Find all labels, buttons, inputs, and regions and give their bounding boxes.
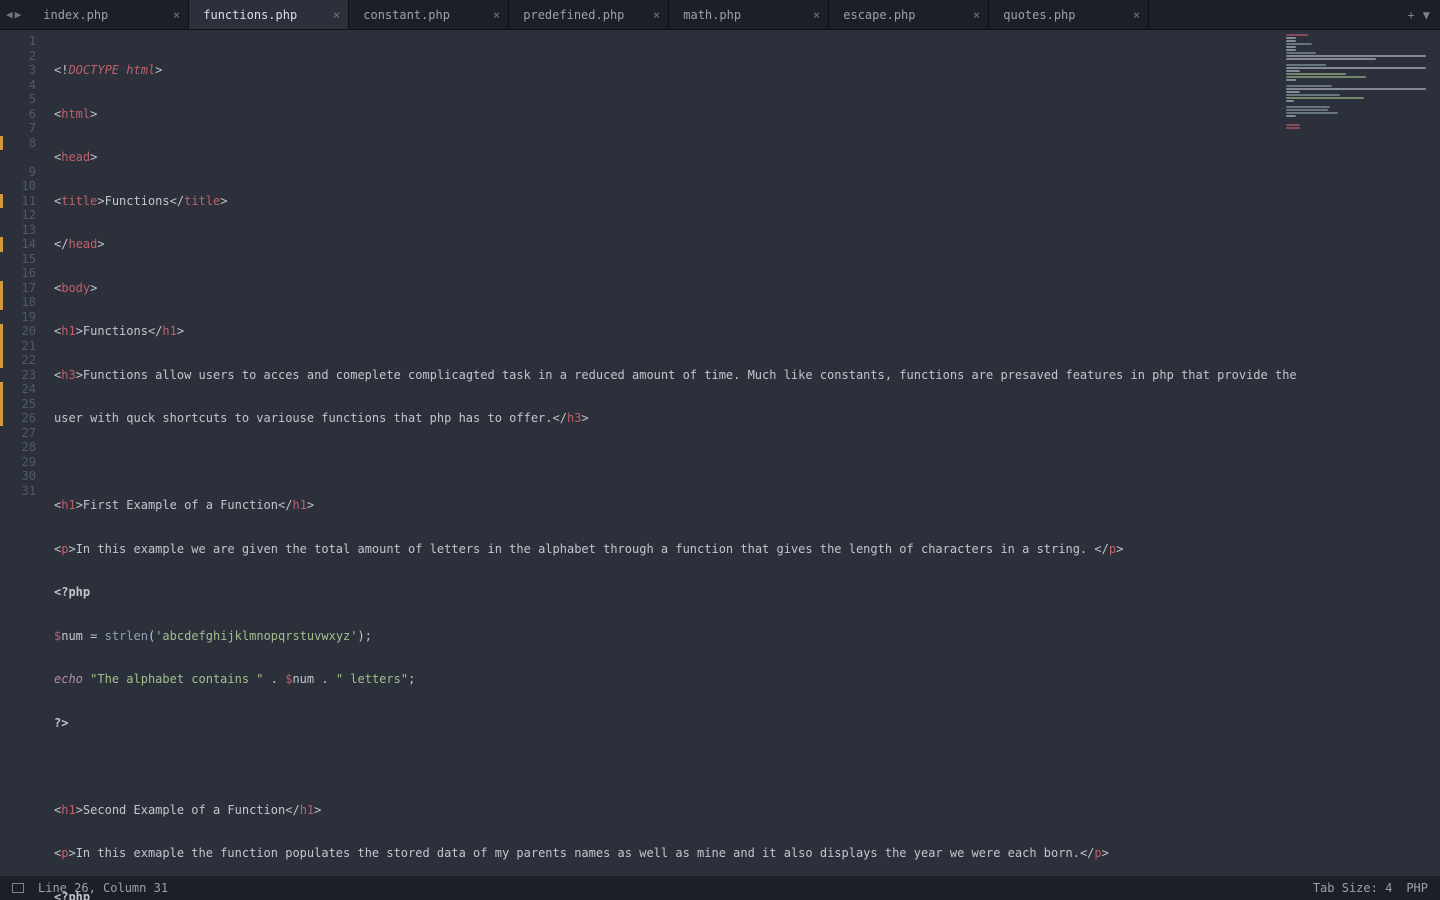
line-number: 27 [0, 426, 44, 441]
line-number: 11 [0, 194, 44, 209]
line-number: 30 [0, 469, 44, 484]
line-number: 1 [0, 34, 44, 49]
code-area[interactable]: <!DOCTYPE html> <html> <head> <title>Fun… [44, 30, 1440, 876]
line-number: 4 [0, 78, 44, 93]
tab-functions-php[interactable]: functions.php × [189, 0, 349, 29]
line-number: 8 [0, 136, 44, 151]
tab-math-php[interactable]: math.php × [669, 0, 829, 29]
panel-toggle-icon[interactable] [12, 883, 24, 893]
tab-constant-php[interactable]: constant.php × [349, 0, 509, 29]
line-number: 28 [0, 440, 44, 455]
line-number [0, 150, 44, 165]
tab-label: functions.php [203, 8, 297, 22]
line-number: 15 [0, 252, 44, 267]
line-number: 31 [0, 484, 44, 499]
nav-forward-icon[interactable]: ▶ [15, 9, 22, 20]
line-number: 23 [0, 368, 44, 383]
line-number: 17 [0, 281, 44, 296]
close-icon[interactable]: × [973, 8, 980, 22]
tab-label: escape.php [843, 8, 915, 22]
line-number: 12 [0, 208, 44, 223]
tab-index-php[interactable]: index.php × [29, 0, 189, 29]
line-number-gutter: 1234567891011121314151617181920212223242… [0, 30, 44, 876]
line-number: 22 [0, 353, 44, 368]
line-number: 10 [0, 179, 44, 194]
line-number: 29 [0, 455, 44, 470]
line-number: 14 [0, 237, 44, 252]
line-number: 24 [0, 382, 44, 397]
tab-label: index.php [43, 8, 108, 22]
tab-label: math.php [683, 8, 741, 22]
close-icon[interactable]: × [1133, 8, 1140, 22]
line-number: 21 [0, 339, 44, 354]
close-icon[interactable]: × [173, 8, 180, 22]
new-tab-icon[interactable]: + [1408, 8, 1415, 22]
tab-escape-php[interactable]: escape.php × [829, 0, 989, 29]
line-number: 20 [0, 324, 44, 339]
line-number: 7 [0, 121, 44, 136]
tab-predefined-php[interactable]: predefined.php × [509, 0, 669, 29]
line-number: 25 [0, 397, 44, 412]
tab-menu-icon[interactable]: ▼ [1423, 8, 1430, 22]
line-number: 5 [0, 92, 44, 107]
tab-label: predefined.php [523, 8, 624, 22]
line-number: 9 [0, 165, 44, 180]
line-number: 3 [0, 63, 44, 78]
tabs: index.php × functions.php × constant.php… [29, 0, 1397, 29]
tab-label: quotes.php [1003, 8, 1075, 22]
line-number: 26 [0, 411, 44, 426]
line-number: 2 [0, 49, 44, 64]
line-number: 6 [0, 107, 44, 122]
editor: 1234567891011121314151617181920212223242… [0, 30, 1440, 876]
tab-label: constant.php [363, 8, 450, 22]
tab-bar: ◀ ▶ index.php × functions.php × constant… [0, 0, 1440, 30]
tab-quotes-php[interactable]: quotes.php × [989, 0, 1149, 29]
line-number: 18 [0, 295, 44, 310]
close-icon[interactable]: × [653, 8, 660, 22]
close-icon[interactable]: × [333, 8, 340, 22]
tabbar-right: + ▼ [1398, 0, 1440, 29]
line-number: 13 [0, 223, 44, 238]
line-number: 19 [0, 310, 44, 325]
line-number: 16 [0, 266, 44, 281]
tab-history-nav: ◀ ▶ [0, 0, 29, 29]
nav-back-icon[interactable]: ◀ [6, 9, 13, 20]
close-icon[interactable]: × [493, 8, 500, 22]
close-icon[interactable]: × [813, 8, 820, 22]
